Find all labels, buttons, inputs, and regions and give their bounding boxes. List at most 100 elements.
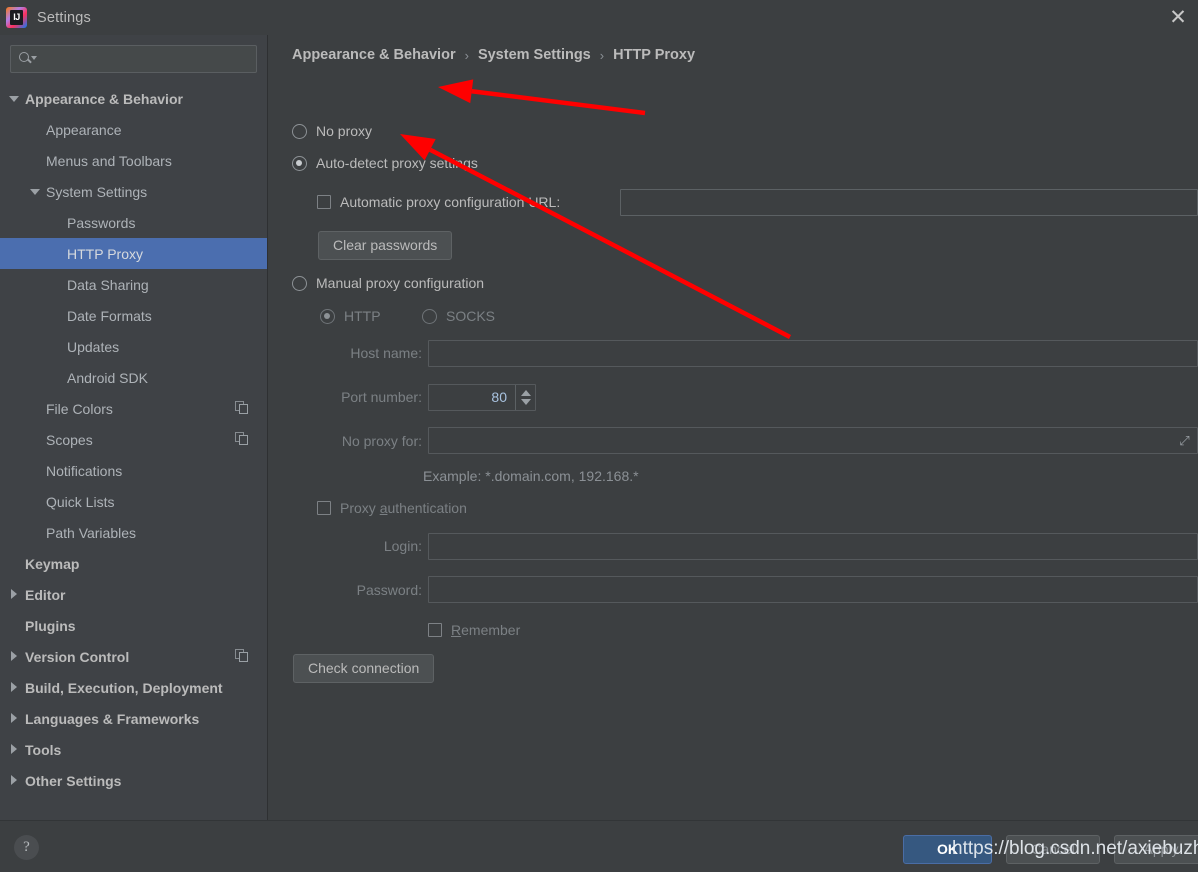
breadcrumb-item-appearance-behavior[interactable]: Appearance & Behavior xyxy=(292,47,456,63)
settings-dialog: IJ Settings ✕ Appearance & Behavior Appea… xyxy=(0,0,1198,872)
sidebar-item-label: File Colors xyxy=(46,400,113,417)
settings-sidebar: Appearance & Behavior Appearance Menus and… xyxy=(0,35,268,820)
expand-icon[interactable]: ⤢ xyxy=(1177,433,1192,448)
sidebar-item-label: Updates xyxy=(67,338,120,355)
chevron-right-icon[interactable] xyxy=(8,743,21,756)
sidebar-item-label: Data Sharing xyxy=(67,276,149,293)
login-label-wrap: Login: xyxy=(304,538,422,554)
http-radio-row[interactable]: HTTP xyxy=(320,308,381,324)
manual-proxy-radio-row[interactable]: Manual proxy configuration xyxy=(292,275,484,291)
intellij-idea-logo-icon: IJ xyxy=(6,7,27,28)
sidebar-item-path-variables[interactable]: Path Variables xyxy=(0,517,267,548)
sidebar-item-system-settings[interactable]: System Settings xyxy=(0,176,267,207)
sidebar-item-editor[interactable]: Editor xyxy=(0,579,267,610)
copy-icon[interactable] xyxy=(235,649,249,663)
sidebar-item-passwords[interactable]: Passwords xyxy=(0,207,267,238)
login-input[interactable] xyxy=(428,533,1198,560)
sidebar-item-quick-lists[interactable]: Quick Lists xyxy=(0,486,267,517)
sidebar-item-build-execution-deployment[interactable]: Build, Execution, Deployment xyxy=(0,672,267,703)
sidebar-item-file-colors[interactable]: File Colors xyxy=(0,393,267,424)
auto-detect-radio-row[interactable]: Auto-detect proxy settings xyxy=(292,155,478,171)
copy-icon[interactable] xyxy=(235,401,249,415)
chevron-down-icon[interactable] xyxy=(8,92,21,105)
check-connection-button[interactable]: Check connection xyxy=(293,654,435,683)
sidebar-item-label: Other Settings xyxy=(25,772,122,789)
settings-tree: Appearance & Behavior Appearance Menus and… xyxy=(0,83,267,796)
breadcrumb: Appearance & Behavior › System Settings … xyxy=(292,47,695,63)
sidebar-item-date-formats[interactable]: Date Formats xyxy=(0,300,267,331)
port-number-label: Port number: xyxy=(341,389,422,405)
sidebar-item-label: Notifications xyxy=(46,462,123,479)
sidebar-item-menus-and-toolbars[interactable]: Menus and Toolbars xyxy=(0,145,267,176)
socks-radio-row[interactable]: SOCKS xyxy=(422,308,495,324)
password-label: Password: xyxy=(356,582,422,598)
port-number-input[interactable]: 80 xyxy=(428,384,536,411)
chevron-right-icon[interactable] xyxy=(8,712,21,725)
no-proxy-radio[interactable] xyxy=(292,123,307,139)
search-field[interactable] xyxy=(10,45,257,73)
sidebar-item-notifications[interactable]: Notifications xyxy=(0,455,267,486)
proxy-authentication-checkbox[interactable] xyxy=(317,501,331,515)
sidebar-item-updates[interactable]: Updates xyxy=(0,331,267,362)
host-name-input[interactable] xyxy=(428,340,1198,367)
sidebar-item-label: Appearance & Behavior xyxy=(25,90,183,107)
socks-protocol-label: SOCKS xyxy=(446,308,496,324)
login-label: Login: xyxy=(383,538,422,554)
auto-detect-proxy-radio[interactable] xyxy=(292,155,307,171)
sidebar-item-tools[interactable]: Tools xyxy=(0,734,267,765)
breadcrumb-item-system-settings[interactable]: System Settings xyxy=(478,47,591,63)
sidebar-item-appearance-behavior[interactable]: Appearance & Behavior xyxy=(0,83,267,114)
sidebar-item-scopes[interactable]: Scopes xyxy=(0,424,267,455)
breadcrumb-item-http-proxy: HTTP Proxy xyxy=(613,47,696,63)
sidebar-item-languages-frameworks[interactable]: Languages & Frameworks xyxy=(0,703,267,734)
help-button[interactable]: ? xyxy=(14,835,39,860)
manual-proxy-radio[interactable] xyxy=(292,275,307,291)
chevron-right-icon[interactable] xyxy=(8,774,21,787)
sidebar-item-label: Build, Execution, Deployment xyxy=(25,679,223,696)
copy-icon[interactable] xyxy=(235,432,249,446)
sidebar-item-version-control[interactable]: Version Control xyxy=(0,641,267,672)
sidebar-item-plugins[interactable]: Plugins xyxy=(0,610,267,641)
sidebar-item-other-settings[interactable]: Other Settings xyxy=(0,765,267,796)
sidebar-item-label: Appearance xyxy=(46,121,122,138)
sidebar-item-label: Path Variables xyxy=(46,524,137,541)
breadcrumb-separator-icon: › xyxy=(599,47,605,63)
sidebar-item-http-proxy[interactable]: HTTP Proxy xyxy=(0,238,267,269)
sidebar-item-label: Editor xyxy=(25,586,66,603)
no-proxy-radio-row[interactable]: No proxy xyxy=(292,123,372,139)
chevron-right-icon[interactable] xyxy=(8,681,21,694)
auto-config-url-input[interactable] xyxy=(620,189,1198,216)
sidebar-item-label: Languages & Frameworks xyxy=(25,710,200,727)
breadcrumb-separator-icon: › xyxy=(464,47,469,63)
auto-config-url-checkbox-row[interactable]: Automatic proxy configuration URL: xyxy=(317,194,560,210)
sidebar-item-keymap[interactable]: Keymap xyxy=(0,548,267,579)
socks-protocol-radio[interactable] xyxy=(422,308,437,324)
proxy-auth-checkbox-row[interactable]: Proxy authentication xyxy=(317,500,467,516)
sidebar-item-label: Menus and Toolbars xyxy=(46,152,172,169)
settings-content-panel: Appearance & Behavior › System Settings … xyxy=(268,35,1198,820)
password-input[interactable] xyxy=(428,576,1198,603)
chevron-down-icon[interactable] xyxy=(29,185,42,198)
remember-checkbox[interactable] xyxy=(428,623,442,637)
no-proxy-for-label-wrap: No proxy for: xyxy=(304,433,422,449)
sidebar-item-data-sharing[interactable]: Data Sharing xyxy=(0,269,267,300)
host-name-label: Host name: xyxy=(350,345,422,361)
remember-checkbox-row[interactable]: Remember xyxy=(428,622,520,638)
port-number-stepper[interactable] xyxy=(515,385,535,410)
search-input[interactable] xyxy=(37,51,256,67)
chevron-right-icon[interactable] xyxy=(8,588,21,601)
sidebar-item-appearance[interactable]: Appearance xyxy=(0,114,267,145)
close-icon[interactable]: ✕ xyxy=(1158,0,1198,35)
auto-config-url-checkbox[interactable] xyxy=(317,195,331,209)
chevron-right-icon[interactable] xyxy=(8,650,21,663)
clear-passwords-button[interactable]: Clear passwords xyxy=(318,231,453,260)
sidebar-item-android-sdk[interactable]: Android SDK xyxy=(0,362,267,393)
no-proxy-for-input[interactable]: ⤢ xyxy=(428,427,1198,454)
http-protocol-radio[interactable] xyxy=(320,308,335,324)
window-title: Settings xyxy=(37,9,91,26)
